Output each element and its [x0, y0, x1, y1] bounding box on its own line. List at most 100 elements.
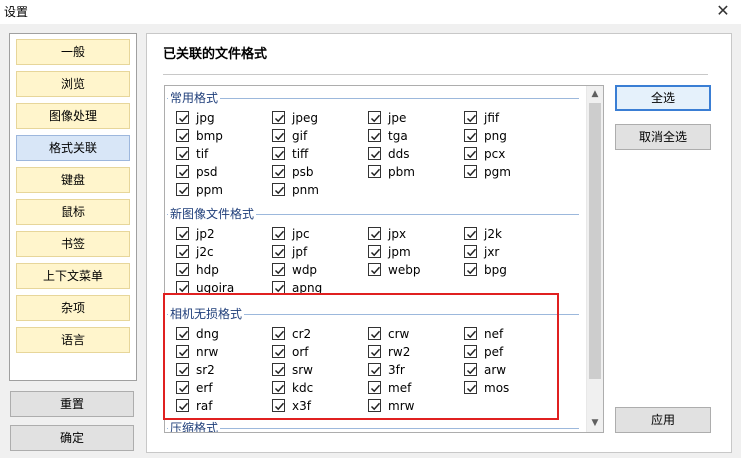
- checkmark-icon[interactable]: [272, 245, 285, 258]
- group-label: 新图像文件格式: [168, 207, 257, 221]
- format-checkbox-png[interactable]: png: [464, 128, 556, 144]
- format-checkbox-tiff[interactable]: tiff: [272, 146, 364, 162]
- ok-button[interactable]: 确定: [10, 425, 134, 451]
- nav-item-language[interactable]: 语言: [16, 327, 130, 353]
- format-checkbox-pbm[interactable]: pbm: [368, 164, 460, 180]
- format-checkbox-jpx[interactable]: jpx: [368, 226, 460, 242]
- format-label: jpf: [292, 245, 308, 259]
- format-label: jpg: [196, 111, 215, 125]
- checkmark-icon[interactable]: [272, 263, 285, 276]
- nav-item-keyboard[interactable]: 键盘: [16, 167, 130, 193]
- nav-item-image-processing[interactable]: 图像处理: [16, 103, 130, 129]
- format-checkbox-jpf[interactable]: jpf: [272, 244, 364, 260]
- checkmark-icon[interactable]: [464, 263, 477, 276]
- format-checkbox-j2k[interactable]: j2k: [464, 226, 556, 242]
- format-label: psb: [292, 165, 314, 179]
- nav-item-format-association[interactable]: 格式关联: [16, 135, 130, 161]
- format-checkbox-jpc[interactable]: jpc: [272, 226, 364, 242]
- page-title: 已关联的文件格式: [163, 47, 268, 62]
- nav-item-misc[interactable]: 杂项: [16, 295, 130, 321]
- format-checkbox-webp[interactable]: webp: [368, 262, 460, 278]
- format-checkbox-jpg[interactable]: jpg: [176, 110, 268, 126]
- reset-button[interactable]: 重置: [10, 391, 134, 417]
- checkmark-icon[interactable]: [464, 129, 477, 142]
- format-checkbox-jpe[interactable]: jpe: [368, 110, 460, 126]
- highlight-box: [163, 293, 559, 420]
- format-label: jfif: [484, 111, 500, 125]
- format-checkbox-pcx[interactable]: pcx: [464, 146, 556, 162]
- checkmark-icon[interactable]: [368, 227, 381, 240]
- format-checkbox-pnm[interactable]: pnm: [272, 182, 364, 198]
- checkmark-icon[interactable]: [176, 263, 189, 276]
- checkmark-icon[interactable]: [176, 227, 189, 240]
- checkmark-icon[interactable]: [176, 111, 189, 124]
- close-icon[interactable]: ✕: [713, 1, 733, 20]
- format-checkbox-psd[interactable]: psd: [176, 164, 268, 180]
- format-label: jpc: [292, 227, 310, 241]
- nav-item-browse[interactable]: 浏览: [16, 71, 130, 97]
- checkmark-icon[interactable]: [464, 147, 477, 160]
- nav-item-general[interactable]: 一般: [16, 39, 130, 65]
- checkmark-icon[interactable]: [272, 227, 285, 240]
- checkmark-icon[interactable]: [272, 165, 285, 178]
- format-checkbox-bpg[interactable]: bpg: [464, 262, 556, 278]
- format-label: png: [484, 129, 507, 143]
- format-label: dds: [388, 147, 410, 161]
- format-checkbox-jxr[interactable]: jxr: [464, 244, 556, 260]
- format-checkbox-psb[interactable]: psb: [272, 164, 364, 180]
- format-checkbox-gif[interactable]: gif: [272, 128, 364, 144]
- format-checkbox-jfif[interactable]: jfif: [464, 110, 556, 126]
- format-checkbox-tga[interactable]: tga: [368, 128, 460, 144]
- deselect-all-button[interactable]: 取消全选: [615, 124, 711, 150]
- checkmark-icon[interactable]: [464, 227, 477, 240]
- checkmark-icon[interactable]: [176, 129, 189, 142]
- checkmark-icon[interactable]: [464, 165, 477, 178]
- format-checkbox-hdp[interactable]: hdp: [176, 262, 268, 278]
- checkmark-icon[interactable]: [368, 165, 381, 178]
- format-label: bpg: [484, 263, 507, 277]
- scroll-thumb[interactable]: [589, 103, 601, 379]
- checkmark-icon[interactable]: [464, 111, 477, 124]
- checkmark-icon[interactable]: [272, 147, 285, 160]
- select-all-button[interactable]: 全选: [615, 85, 711, 111]
- format-checkbox-wdp[interactable]: wdp: [272, 262, 364, 278]
- scroll-down-icon[interactable]: ▼: [587, 415, 603, 432]
- checkmark-icon[interactable]: [368, 263, 381, 276]
- nav-item-context-menu[interactable]: 上下文菜单: [16, 263, 130, 289]
- checkmark-icon[interactable]: [368, 129, 381, 142]
- format-label: j2c: [196, 245, 214, 259]
- nav-item-bookmarks[interactable]: 书签: [16, 231, 130, 257]
- format-label: pgm: [484, 165, 511, 179]
- format-label: gif: [292, 129, 308, 143]
- format-label: webp: [388, 263, 421, 277]
- checkmark-icon[interactable]: [368, 147, 381, 160]
- checkmark-icon[interactable]: [176, 183, 189, 196]
- title-bar: 设置 ✕: [0, 0, 741, 24]
- checkmark-icon[interactable]: [368, 245, 381, 258]
- checkmark-icon[interactable]: [272, 129, 285, 142]
- format-checkbox-jpm[interactable]: jpm: [368, 244, 460, 260]
- checkmark-icon[interactable]: [176, 245, 189, 258]
- checkmark-icon[interactable]: [368, 111, 381, 124]
- format-label: jpeg: [292, 111, 318, 125]
- checkmark-icon[interactable]: [464, 245, 477, 258]
- format-checkbox-bmp[interactable]: bmp: [176, 128, 268, 144]
- checkmark-icon[interactable]: [176, 147, 189, 160]
- format-checkbox-pgm[interactable]: pgm: [464, 164, 556, 180]
- format-checkbox-ppm[interactable]: ppm: [176, 182, 268, 198]
- format-checkbox-j2c[interactable]: j2c: [176, 244, 268, 260]
- nav-item-mouse[interactable]: 鼠标: [16, 199, 130, 225]
- checkmark-icon[interactable]: [272, 183, 285, 196]
- vertical-scrollbar[interactable]: ▲ ▼: [586, 86, 603, 432]
- checkmark-icon[interactable]: [176, 165, 189, 178]
- group-header: 压缩格式: [165, 421, 585, 432]
- format-checkbox-tif[interactable]: tif: [176, 146, 268, 162]
- scroll-up-icon[interactable]: ▲: [587, 86, 603, 103]
- format-label: pbm: [388, 165, 415, 179]
- format-checkbox-dds[interactable]: dds: [368, 146, 460, 162]
- format-label: psd: [196, 165, 218, 179]
- format-checkbox-jp2[interactable]: jp2: [176, 226, 268, 242]
- checkmark-icon[interactable]: [272, 111, 285, 124]
- format-checkbox-jpeg[interactable]: jpeg: [272, 110, 364, 126]
- apply-button[interactable]: 应用: [615, 407, 711, 433]
